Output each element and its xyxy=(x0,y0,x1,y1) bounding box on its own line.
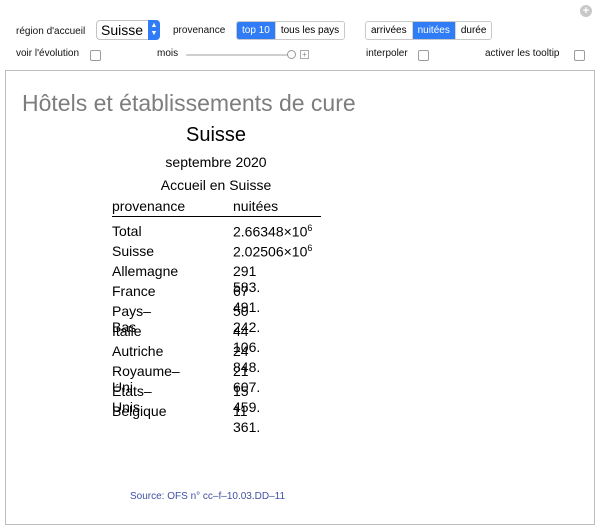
row-value: 2.66348×106 xyxy=(233,223,313,240)
slider-expand-icon[interactable]: + xyxy=(300,50,309,59)
row-origin: Total xyxy=(112,223,142,239)
month-slider-thumb[interactable] xyxy=(287,50,296,59)
row-origin: Suisse xyxy=(112,243,155,259)
region-title: Suisse xyxy=(185,124,247,146)
nights-column-header: nuitées xyxy=(233,198,279,214)
row-origin: Belgique xyxy=(112,403,167,419)
row-origin: France xyxy=(112,283,156,299)
month-slider-track[interactable] xyxy=(186,54,294,56)
measure-arrivals-button[interactable]: arrivées xyxy=(366,22,412,39)
row-origin: Autriche xyxy=(112,343,164,359)
region-label: région d'accueil xyxy=(16,26,86,37)
header-divider xyxy=(112,216,321,217)
interpolate-checkbox[interactable] xyxy=(418,50,429,61)
interpolate-label: interpoler xyxy=(366,48,408,59)
row-value: 2.02506×106 xyxy=(233,243,313,260)
tooltip-label: activer les tooltip xyxy=(485,48,560,59)
provenance-toggle: top 10 tous les pays xyxy=(236,21,346,40)
select-arrows-icon: ▲ ▼ xyxy=(148,20,160,40)
provenance-top10-button[interactable]: top 10 xyxy=(237,22,275,39)
row-value: 11 361. xyxy=(233,403,261,435)
tooltip-checkbox[interactable] xyxy=(574,50,585,61)
source-note: Source: OFS n° cc–f–10.03.DD–11 xyxy=(130,491,286,502)
row-origin: Allemagne xyxy=(112,263,179,279)
date-title: septembre 2020 xyxy=(165,154,267,170)
region-select[interactable]: Suisse ▲ ▼ xyxy=(96,20,160,40)
page-title: Hôtels et établissements de cure xyxy=(22,90,356,116)
evolution-checkbox[interactable] xyxy=(90,50,101,61)
region-select-value: Suisse xyxy=(101,22,144,38)
provenance-all-countries-button[interactable]: tous les pays xyxy=(274,22,345,39)
origin-column-header: provenance xyxy=(112,198,186,214)
measure-toggle: arrivées nuitées durée xyxy=(365,21,493,40)
evolution-label: voir l'évolution xyxy=(16,48,80,59)
expand-plus-icon[interactable]: + xyxy=(580,5,592,17)
measure-duration-button[interactable]: durée xyxy=(454,22,492,39)
provenance-label: provenance xyxy=(173,25,226,36)
measure-nights-button[interactable]: nuitées xyxy=(411,22,455,39)
table-subtitle: Accueil en Suisse xyxy=(160,177,272,193)
row-origin: Italie xyxy=(112,323,142,339)
month-label: mois xyxy=(157,48,179,59)
